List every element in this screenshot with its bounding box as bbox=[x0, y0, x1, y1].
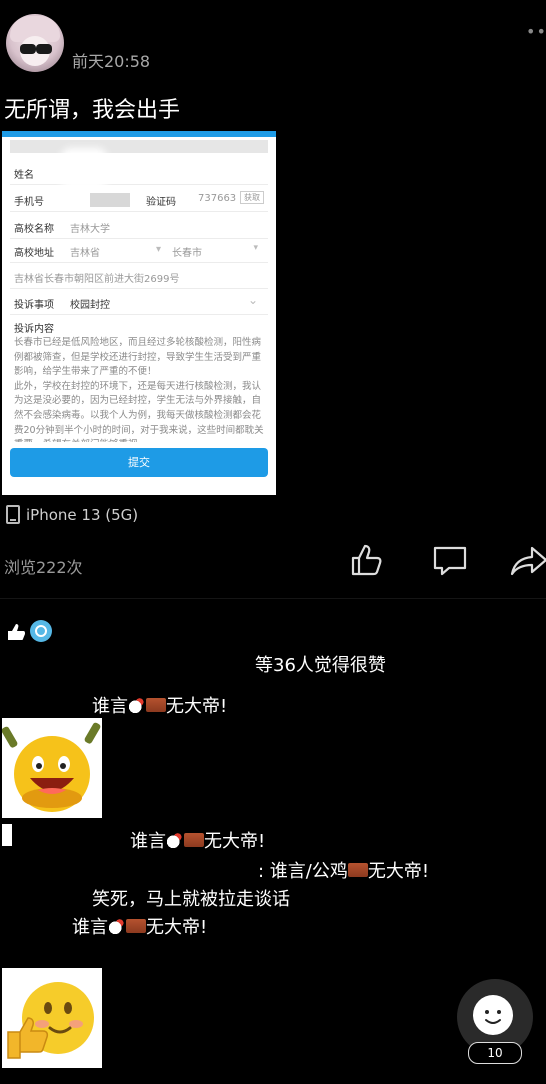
rooster-icon bbox=[128, 698, 146, 714]
form-row-name: 姓名 bbox=[10, 154, 268, 185]
chevron-down-icon: ▾ bbox=[253, 243, 258, 253]
like-icon[interactable] bbox=[347, 540, 387, 580]
chevron-down-icon: ⌄ bbox=[247, 293, 258, 307]
circle-icon bbox=[30, 620, 52, 642]
chevron-down-icon: ▾ bbox=[156, 244, 162, 255]
post-time: 前天20:58 bbox=[72, 52, 151, 71]
post-image[interactable]: 姓名 手机号 验证码 737663 获取 高校名称 吉林大学 高校地址 吉林省 … bbox=[2, 131, 276, 495]
form-row-issue: 投诉事项 校园封控 ⌄ bbox=[10, 290, 268, 315]
comment-text: 谁言 bbox=[72, 917, 108, 938]
form-row-street: 吉林省长春市朝阳区前进大街2699号 bbox=[10, 264, 268, 289]
form-address-label: 高校地址 bbox=[14, 248, 54, 259]
comment-1[interactable]: 谁言 无大帝! bbox=[92, 692, 227, 718]
sticker-celebrate[interactable] bbox=[2, 718, 102, 818]
form-issue-value: 校园封控 bbox=[70, 300, 110, 311]
form-city: 长春市 bbox=[172, 248, 202, 259]
form-street: 吉林省长春市朝阳区前进大街2699号 bbox=[14, 274, 180, 285]
brick-icon bbox=[126, 919, 146, 933]
emoji-face-icon bbox=[473, 995, 513, 1035]
form-content-label: 投诉内容 bbox=[14, 324, 54, 335]
comment-text: 无大帝! bbox=[166, 696, 228, 717]
view-count: 浏览222次 bbox=[4, 558, 83, 577]
comment-text: 无大帝! bbox=[146, 917, 208, 938]
comment-text: : 谁言/公鸡 bbox=[258, 861, 348, 882]
comment-5[interactable]: 谁言 无大帝! bbox=[72, 913, 207, 939]
form-row-school: 高校名称 吉林大学 bbox=[10, 214, 268, 239]
form-row-phone: 手机号 验证码 737663 获取 bbox=[10, 187, 268, 212]
phone-icon bbox=[6, 505, 20, 524]
comment-text: 无大帝! bbox=[367, 861, 430, 882]
device-info: iPhone 13 (5G) bbox=[6, 505, 138, 524]
brick-icon bbox=[184, 833, 204, 847]
thumbs-up-icon bbox=[8, 624, 25, 640]
post-text: 无所谓，我会出手 bbox=[4, 98, 181, 123]
image-gray-bar bbox=[10, 140, 268, 153]
form-content-text: 长春市已经是低风险地区，而且经过多轮核酸检测，阳性病例都被筛查，但是学校还进行封… bbox=[14, 337, 264, 442]
comment-text: 谁言 bbox=[130, 831, 166, 852]
blur-mask bbox=[66, 154, 102, 184]
brick-icon bbox=[347, 863, 368, 877]
smile-thumbs-up-icon bbox=[7, 982, 94, 1059]
likes-count[interactable]: 等36人觉得很赞 bbox=[255, 651, 386, 677]
form-issue-label: 投诉事项 bbox=[14, 300, 54, 311]
fab-count-badge: 10 bbox=[468, 1042, 522, 1064]
username-fragment bbox=[2, 824, 12, 846]
rooster-icon bbox=[166, 833, 184, 849]
form-school-value: 吉林大学 bbox=[70, 224, 110, 235]
form-province: 吉林省 bbox=[70, 248, 100, 259]
brick-icon bbox=[146, 698, 166, 712]
divider bbox=[0, 598, 546, 599]
get-code-button: 获取 bbox=[240, 191, 264, 204]
form-code-value: 737663 bbox=[198, 193, 237, 204]
laughing-emoji-icon bbox=[2, 722, 101, 812]
comment-text: 无大帝! bbox=[204, 831, 266, 852]
comment-icon[interactable] bbox=[430, 540, 470, 580]
comment-4[interactable]: 笑死，马上就被拉走谈话 bbox=[92, 885, 290, 911]
form-name-label: 姓名 bbox=[14, 170, 34, 181]
comment-2[interactable]: 谁言 无大帝! bbox=[130, 827, 265, 853]
submit-button: 提交 bbox=[10, 448, 268, 477]
comment-3[interactable]: : 谁言/公鸡 无大帝! bbox=[258, 857, 429, 883]
more-menu-icon[interactable]: ••• bbox=[526, 22, 546, 41]
sticker-thumbs[interactable] bbox=[2, 968, 102, 1068]
form-code-label: 验证码 bbox=[146, 197, 176, 208]
image-top-bar bbox=[2, 131, 276, 137]
form-school-label: 高校名称 bbox=[14, 224, 54, 235]
form-phone-label: 手机号 bbox=[14, 197, 44, 208]
avatar[interactable] bbox=[6, 14, 64, 72]
mosaic-mask bbox=[90, 193, 130, 207]
form-row-address: 高校地址 吉林省 ▾ 长春市 ▾ bbox=[10, 238, 268, 263]
rooster-icon bbox=[108, 919, 126, 935]
device-name: iPhone 13 (5G) bbox=[26, 505, 139, 524]
share-icon[interactable] bbox=[510, 540, 546, 580]
comment-text: 笑死，马上就被拉走谈话 bbox=[92, 889, 290, 910]
comment-text: 谁言 bbox=[92, 696, 128, 717]
